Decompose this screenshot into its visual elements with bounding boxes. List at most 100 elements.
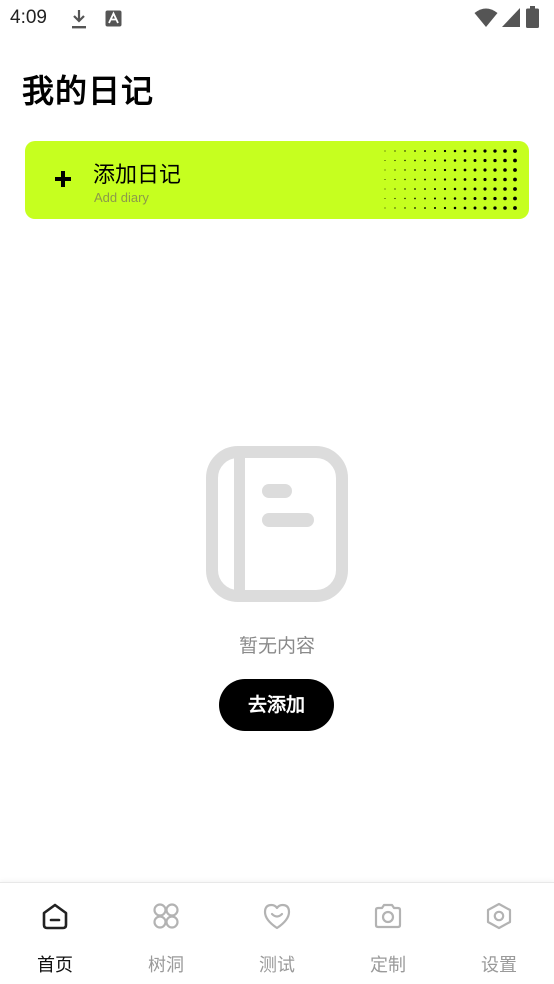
- pattern-dot: [473, 168, 477, 172]
- pattern-dot: [503, 206, 507, 210]
- text-a-icon: [105, 10, 122, 27]
- nav-item-home[interactable]: 首页: [0, 883, 110, 984]
- pattern-dot: [453, 197, 457, 200]
- pattern-dot: [463, 178, 467, 181]
- pattern-dot: [414, 178, 416, 181]
- pattern-dot: [503, 187, 507, 191]
- pattern-dot: [384, 179, 386, 180]
- nav-item-test[interactable]: 测试: [222, 883, 332, 984]
- pattern-dot: [424, 178, 426, 181]
- pattern-dot: [493, 149, 497, 153]
- pattern-dot: [453, 178, 457, 181]
- home-icon: [42, 903, 68, 930]
- pattern-dot: [394, 159, 396, 162]
- pattern-dot: [394, 207, 396, 209]
- pattern-dot: [433, 206, 437, 210]
- pattern-dot: [424, 207, 426, 209]
- nav-item-settings[interactable]: 设置: [444, 883, 554, 984]
- pattern-dot: [503, 158, 507, 163]
- pattern-dot: [453, 149, 457, 153]
- status-bar: 4:09: [0, 0, 554, 38]
- plus-icon: [55, 171, 71, 187]
- pattern-dot: [433, 149, 437, 153]
- pattern-dot: [483, 187, 487, 191]
- pattern-dot: [384, 150, 386, 152]
- pattern-dot: [433, 178, 437, 181]
- go-add-button[interactable]: 去添加: [219, 679, 334, 731]
- status-time: 4:09: [10, 7, 47, 28]
- pattern-dot: [394, 178, 396, 181]
- heart-smile-icon: [263, 903, 291, 930]
- pattern-dot: [443, 178, 447, 181]
- pattern-dot: [414, 150, 416, 152]
- pattern-dot: [513, 177, 517, 182]
- pattern-dot: [453, 187, 457, 191]
- signal-icon: [502, 8, 520, 27]
- pattern-dot: [443, 168, 447, 172]
- nav-label-settings: 设置: [481, 955, 517, 976]
- pattern-dot: [384, 198, 386, 199]
- pattern-dot: [404, 169, 406, 171]
- pattern-dot: [493, 168, 497, 172]
- pattern-dot: [513, 149, 517, 153]
- pattern-dot: [473, 149, 477, 153]
- pattern-dot: [483, 149, 487, 153]
- pattern-dot: [404, 150, 406, 152]
- pattern-dot: [493, 206, 497, 210]
- pattern-dot: [404, 197, 406, 200]
- pattern-dot: [483, 177, 487, 182]
- pattern-dot: [394, 188, 396, 190]
- pattern-dot: [404, 188, 406, 190]
- pattern-dot: [414, 169, 416, 171]
- pattern-dot: [384, 188, 386, 190]
- pattern-dot: [384, 160, 386, 161]
- wifi-icon: [474, 8, 498, 27]
- pattern-dot: [453, 168, 457, 172]
- pattern-dot: [463, 187, 467, 191]
- nav-item-treehole[interactable]: 树洞: [111, 883, 221, 984]
- pattern-dot: [433, 197, 437, 200]
- nav-item-custom[interactable]: 定制: [333, 883, 443, 984]
- pattern-dot: [483, 158, 487, 163]
- pattern-dot: [414, 188, 416, 190]
- page-title: 我的日记: [22, 72, 155, 110]
- nav-label-custom: 定制: [370, 955, 406, 976]
- pattern-dot: [453, 206, 457, 210]
- add-diary-subtitle: Add diary: [94, 190, 149, 205]
- pattern-dot: [503, 177, 507, 182]
- pattern-dot: [404, 207, 406, 209]
- pattern-dot: [453, 159, 457, 162]
- dot-pattern-decoration: [384, 149, 517, 210]
- pattern-dot: [433, 187, 437, 191]
- pattern-dot: [463, 197, 467, 200]
- pattern-dot: [463, 159, 467, 162]
- pattern-dot: [443, 206, 447, 210]
- pattern-dot: [493, 187, 497, 191]
- app-screen: 4:09 我的日记 添加日记 Add diary 暂无内容 去添加 首页 树洞 …: [0, 0, 554, 984]
- pattern-dot: [384, 207, 386, 209]
- pattern-dot: [424, 188, 426, 190]
- pattern-dot: [513, 206, 517, 210]
- pattern-dot: [414, 207, 416, 209]
- pattern-dot: [513, 168, 517, 172]
- pattern-dot: [443, 149, 447, 153]
- pattern-dot: [493, 177, 497, 182]
- pattern-dot: [503, 168, 507, 172]
- pattern-dot: [433, 168, 437, 172]
- pattern-dot: [424, 169, 426, 171]
- pattern-dot: [443, 197, 447, 200]
- camera-icon: [374, 903, 402, 929]
- pattern-dot: [433, 159, 437, 162]
- add-diary-card[interactable]: 添加日记 Add diary: [25, 141, 529, 219]
- pattern-dot: [404, 178, 406, 181]
- battery-icon: [526, 6, 539, 28]
- nav-label-home: 首页: [37, 955, 73, 976]
- pattern-dot: [424, 150, 426, 152]
- bottom-nav: 首页 树洞 测试 定制 设置: [0, 882, 554, 984]
- pattern-dot: [483, 196, 487, 201]
- pattern-dot: [424, 197, 426, 200]
- download-icon: [72, 10, 86, 29]
- pattern-dot: [394, 150, 396, 152]
- settings-hexagon-icon: [486, 902, 512, 930]
- pattern-dot: [414, 197, 416, 200]
